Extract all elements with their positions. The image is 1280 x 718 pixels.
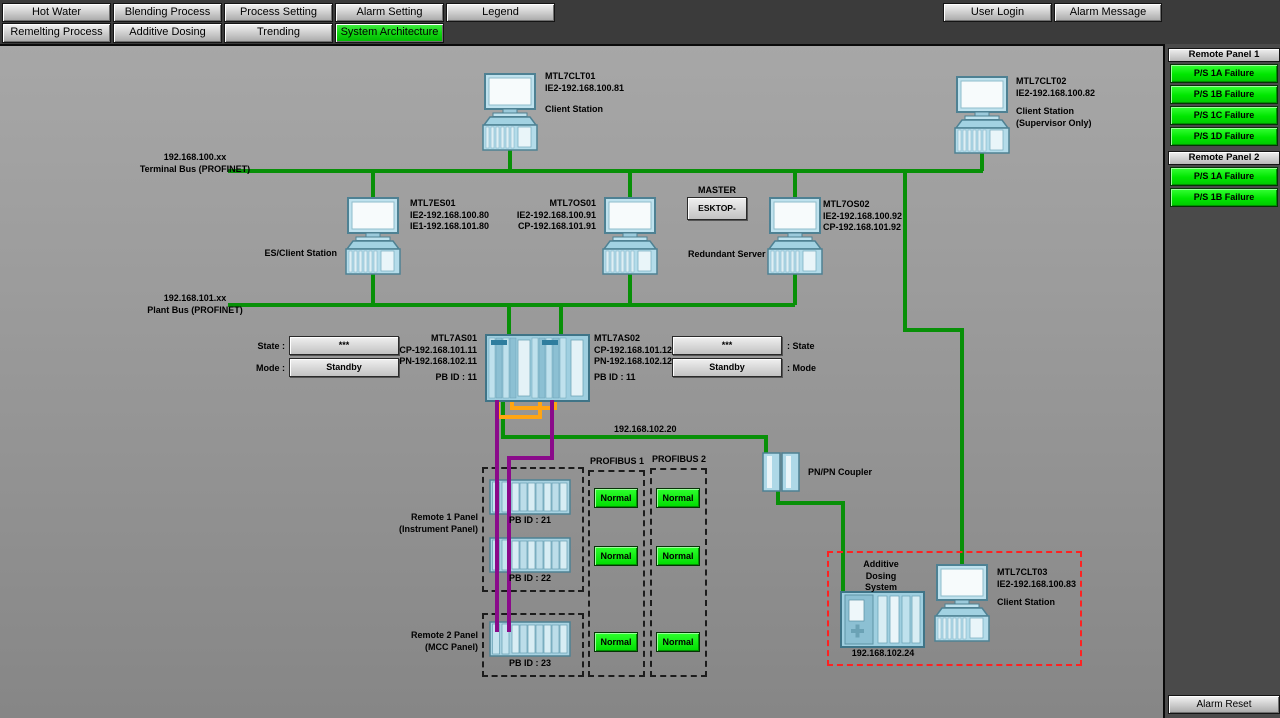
- user-login-button[interactable]: User Login: [943, 3, 1052, 22]
- tab-blending-process[interactable]: Blending Process: [113, 3, 222, 22]
- profibus2-status-pb23[interactable]: Normal: [656, 632, 700, 652]
- system-architecture-screen: Hot Water Blending Process Process Setti…: [0, 0, 1280, 718]
- server-os01-icon: [598, 197, 662, 275]
- profibus1-status-pb21[interactable]: Normal: [594, 488, 638, 508]
- master-label: MASTER: [684, 185, 750, 197]
- remote-1-panel-label: Remote 1 Panel(Instrument Panel): [358, 512, 478, 535]
- pb21-label: PB ID : 21: [489, 515, 571, 527]
- mode-field-as02: Standby: [672, 358, 782, 377]
- dosing-ip-label: 192.168.102.24: [838, 648, 928, 660]
- pnpn-coupler-label: PN/PN Coupler: [808, 467, 872, 479]
- redundant-server-label: Redundant Server: [688, 249, 766, 261]
- as02-pbid-label: PB ID : 11: [594, 372, 636, 384]
- tab-process-setting[interactable]: Process Setting: [224, 3, 333, 22]
- tab-hot-water[interactable]: Hot Water: [2, 3, 111, 22]
- ps-1a-failure-button-rp1[interactable]: P/S 1A Failure: [1170, 64, 1278, 83]
- clt03-role-label: Client Station: [997, 597, 1055, 609]
- tab-legend[interactable]: Legend: [446, 3, 555, 22]
- profibus2-status-pb21[interactable]: Normal: [656, 488, 700, 508]
- ps-1b-failure-button-rp2[interactable]: P/S 1B Failure: [1170, 188, 1278, 207]
- tab-additive-dosing[interactable]: Additive Dosing: [113, 23, 222, 43]
- plant-bus-label: 192.168.101.xxPlant Bus (PROFINET): [95, 293, 295, 316]
- redundant-plc-rack-icon: [485, 334, 590, 402]
- ps-1d-failure-button-rp1[interactable]: P/S 1D Failure: [1170, 127, 1278, 146]
- profibus-1-title: PROFIBUS 1: [586, 456, 648, 468]
- ps-1c-failure-button-rp1[interactable]: P/S 1C Failure: [1170, 106, 1278, 125]
- alarm-reset-button[interactable]: Alarm Reset: [1168, 695, 1280, 714]
- profibus2-status-pb22[interactable]: Normal: [656, 546, 700, 566]
- ps-1b-failure-button-rp1[interactable]: P/S 1B Failure: [1170, 85, 1278, 104]
- state-label-left: State :: [235, 341, 285, 353]
- as01-pbid-label: PB ID : 11: [397, 372, 477, 384]
- client-station-2-icon: [950, 76, 1014, 154]
- server-os02-icon: [763, 197, 827, 275]
- tab-remelting-process[interactable]: Remelting Process: [2, 23, 111, 43]
- mode-label-right: : Mode: [787, 363, 816, 375]
- master-hostname-field: ESKTOP-FCG34K: [687, 197, 747, 220]
- clt03-label: MTL7CLT03IE2-192.168.100.83: [997, 567, 1076, 590]
- remote-panel-1-header: Remote Panel 1: [1168, 48, 1280, 62]
- additive-dosing-title: AdditiveDosingSystem: [853, 559, 909, 594]
- es01-role-label: ES/Client Station: [217, 248, 337, 260]
- alarm-message-button[interactable]: Alarm Message: [1054, 3, 1162, 22]
- tab-alarm-setting[interactable]: Alarm Setting: [335, 3, 444, 22]
- field-bus-ip-label: 192.168.102.20: [614, 424, 677, 436]
- top-navigation-bar: Hot Water Blending Process Process Setti…: [0, 0, 1280, 46]
- profibus-2-title: PROFIBUS 2: [648, 454, 710, 466]
- state-field-as02: ***: [672, 336, 782, 355]
- clt02-role-label: Client Station(Supervisor Only): [1016, 106, 1092, 129]
- remote-2-panel-label: Remote 2 Panel(MCC Panel): [358, 630, 478, 653]
- pb23-label: PB ID : 23: [489, 658, 571, 670]
- os01-label: MTL7OS01IE2-192.168.100.91CP-192.168.101…: [476, 198, 596, 233]
- mode-label-left: Mode :: [235, 363, 285, 375]
- clt02-label: MTL7CLT02IE2-192.168.100.82: [1016, 76, 1095, 99]
- state-label-right: : State: [787, 341, 815, 353]
- client-station-1-icon: [478, 73, 542, 151]
- es-client-station-icon: [341, 197, 405, 275]
- tab-system-architecture[interactable]: System Architecture: [335, 23, 444, 43]
- profibus1-status-pb22[interactable]: Normal: [594, 546, 638, 566]
- clt01-role-label: Client Station: [545, 104, 603, 116]
- remote-panel-sidebar: Remote Panel 1 P/S 1A Failure P/S 1B Fai…: [1163, 44, 1280, 718]
- as01-label: MTL7AS01CP-192.168.101.11PN-192.168.102.…: [357, 333, 477, 368]
- remote-panel-2-header: Remote Panel 2: [1168, 151, 1280, 165]
- os02-label: MTL7OS02IE2-192.168.100.92CP-192.168.101…: [823, 199, 902, 234]
- ps-1a-failure-button-rp2[interactable]: P/S 1A Failure: [1170, 167, 1278, 186]
- pnpn-coupler-icon: [762, 452, 800, 492]
- terminal-bus-label: 192.168.100.xxTerminal Bus (PROFINET): [95, 152, 295, 175]
- clt01-label: MTL7CLT01IE2-192.168.100.81: [545, 71, 624, 94]
- as02-label: MTL7AS02CP-192.168.101.12PN-192.168.102.…: [594, 333, 672, 368]
- pb22-label: PB ID : 22: [489, 573, 571, 585]
- tab-trending[interactable]: Trending: [224, 23, 333, 43]
- profibus1-status-pb23[interactable]: Normal: [594, 632, 638, 652]
